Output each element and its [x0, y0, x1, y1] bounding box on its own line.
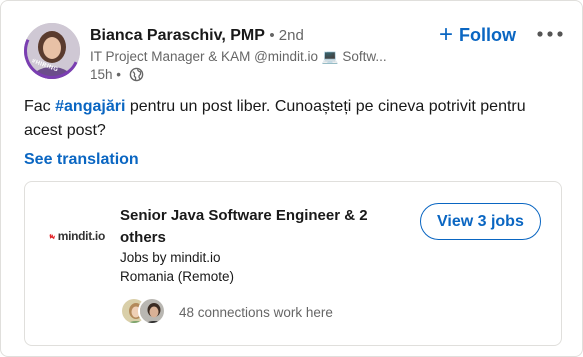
- author-name-line: Bianca Paraschiv, PMP • 2nd: [90, 27, 304, 45]
- author-headline: IT Project Manager & KAM @mindit.io 💻 So…: [90, 49, 387, 64]
- connection-avatars: [120, 297, 170, 327]
- feed-post: #HIRING Bianca Paraschiv, PMP • 2nd IT P…: [0, 0, 583, 357]
- plus-icon: +: [439, 21, 454, 48]
- job-title[interactable]: Senior Java Software Engineer & 2 others: [120, 205, 410, 249]
- view-jobs-button[interactable]: View 3 jobs: [420, 203, 541, 240]
- mindit-logo-icon: [49, 233, 56, 239]
- post-meta: 15h •: [90, 67, 144, 82]
- more-icon[interactable]: [536, 27, 564, 41]
- company-logo[interactable]: mindit.io: [49, 227, 105, 245]
- job-location: Romania (Remote): [120, 269, 235, 284]
- follow-button[interactable]: + Follow: [439, 22, 516, 48]
- hashtag-link[interactable]: #angajări: [55, 98, 125, 115]
- follow-label: Follow: [459, 24, 517, 45]
- see-translation-link[interactable]: See translation: [24, 151, 139, 169]
- connection-degree: • 2nd: [269, 27, 304, 44]
- post-text: Fac #angajări pentru un post liber. Cuno…: [24, 95, 554, 143]
- post-text-start: Fac: [24, 98, 56, 115]
- job-card[interactable]: mindit.io Senior Java Software Engineer …: [24, 181, 562, 346]
- hiring-frame: [16, 15, 88, 87]
- connection-avatar: [138, 297, 166, 325]
- job-company: Jobs by mindit.io: [120, 250, 221, 265]
- globe-icon: [129, 67, 144, 82]
- connections-text: 48 connections work here: [179, 305, 333, 320]
- post-time: 15h •: [90, 67, 122, 82]
- author-name[interactable]: Bianca Paraschiv, PMP: [90, 27, 265, 44]
- logo-text: mindit.io: [57, 229, 106, 243]
